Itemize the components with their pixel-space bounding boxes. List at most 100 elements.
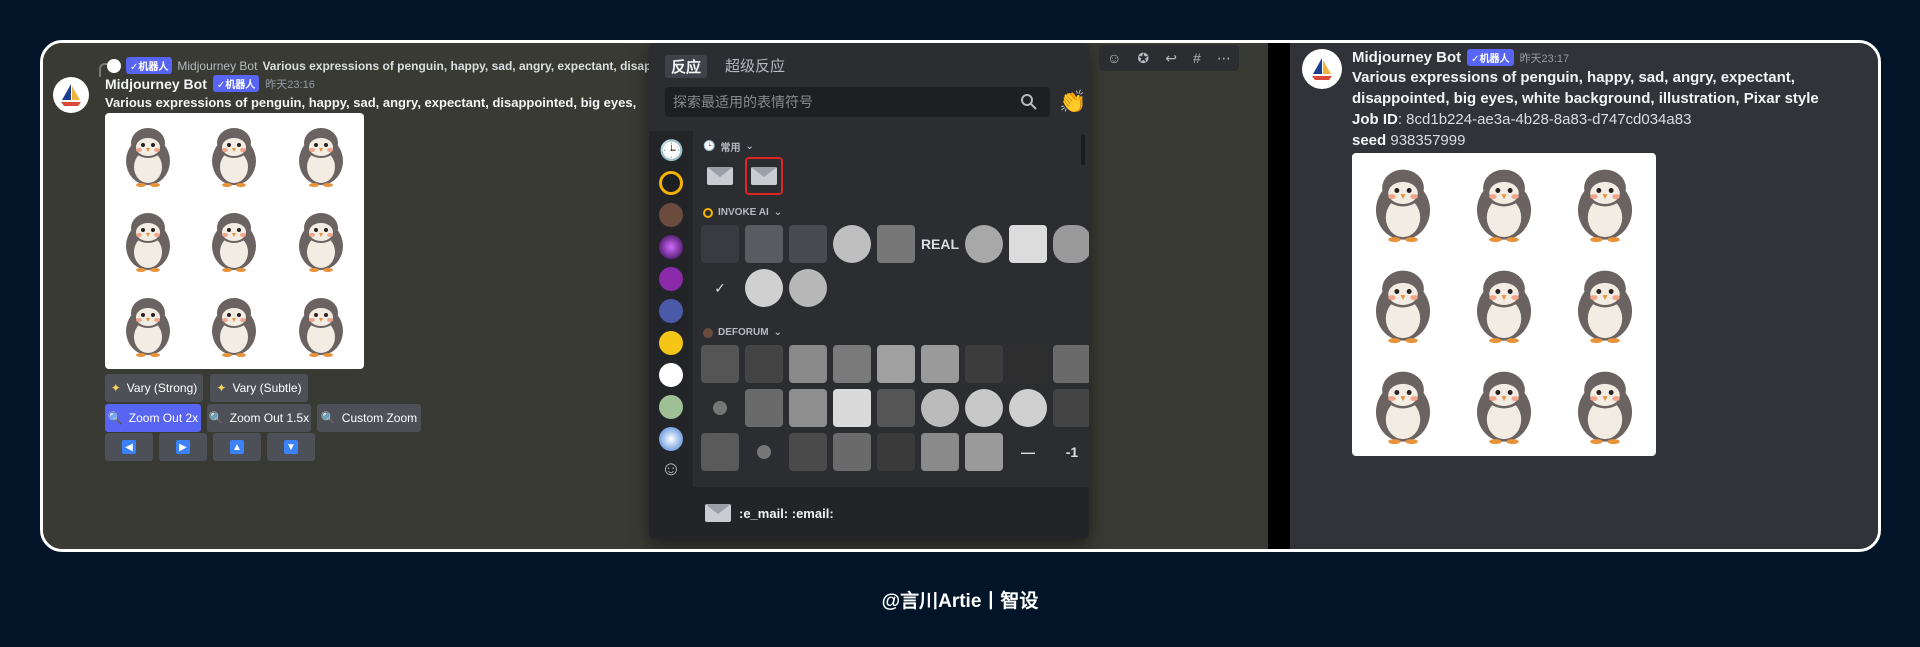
- invoke-emoji-row-1: REAL: [701, 225, 1089, 263]
- custom-emoji[interactable]: [921, 345, 959, 383]
- penguin-illustration: [1366, 363, 1440, 449]
- custom-emoji[interactable]: [877, 225, 915, 263]
- author-name[interactable]: Midjourney Bot: [105, 76, 207, 92]
- super-reaction-icon[interactable]: ✪: [1137, 50, 1149, 67]
- custom-emoji[interactable]: [965, 389, 1003, 427]
- penguin-grid-image[interactable]: [1352, 153, 1656, 456]
- section-frequent[interactable]: 🕒 常用 ⌄: [703, 139, 754, 154]
- custom-emoji[interactable]: [789, 269, 827, 307]
- message-header: Midjourney Bot ✓机器人 昨天23:16: [105, 75, 315, 92]
- zoom-out-15x-button[interactable]: 🔍 Zoom Out 1.5x: [207, 404, 311, 432]
- bot-avatar[interactable]: [1302, 49, 1342, 89]
- pan-down-button[interactable]: ▼: [267, 433, 315, 461]
- custom-emoji[interactable]: [965, 345, 1003, 383]
- vary-subtle-button[interactable]: ✦ Vary (Subtle): [210, 374, 308, 402]
- custom-emoji[interactable]: [1009, 345, 1047, 383]
- thread-icon[interactable]: #: [1193, 50, 1201, 66]
- magnifier-icon: 🔍: [208, 411, 224, 425]
- emoji-grid-scroll[interactable]: 🕒 常用 ⌄ INVOKE AI ⌄ REAL ✓ DEFORUM ⌄ — -1: [693, 131, 1089, 487]
- custom-emoji[interactable]: [701, 225, 739, 263]
- author-name[interactable]: Midjourney Bot: [1352, 49, 1461, 66]
- section-deforum[interactable]: DEFORUM ⌄: [703, 327, 782, 338]
- invoke-ai-server-icon[interactable]: [659, 171, 683, 195]
- skin-tone-clap-icon[interactable]: 👏: [1059, 89, 1086, 115]
- custom-emoji[interactable]: [745, 269, 783, 307]
- custom-emoji[interactable]: [745, 225, 783, 263]
- custom-emoji[interactable]: [789, 225, 827, 263]
- zoom-out-2x-label: Zoom Out 2x: [128, 411, 199, 425]
- custom-emoji[interactable]: [1053, 225, 1089, 263]
- pan-right-button[interactable]: ▶: [159, 433, 207, 461]
- penguin-grid-image[interactable]: [105, 113, 364, 369]
- penguin-illustration: [204, 206, 264, 276]
- sailboat-icon: [1309, 56, 1335, 82]
- custom-emoji[interactable]: [877, 345, 915, 383]
- custom-emoji[interactable]: [833, 389, 871, 427]
- midjourney-server-icon[interactable]: [659, 363, 683, 387]
- reply-preview[interactable]: ✓机器人 Midjourney Bot Various expressions …: [107, 57, 659, 74]
- spiral-server-icon[interactable]: [659, 427, 683, 451]
- dash-emoji[interactable]: —: [1009, 433, 1047, 471]
- custom-emoji[interactable]: [877, 389, 915, 427]
- custom-zoom-button[interactable]: 🔍 Custom Zoom: [317, 404, 421, 432]
- clock-small-icon: 🕒: [703, 141, 716, 152]
- green-server-icon[interactable]: [659, 395, 683, 419]
- custom-emoji[interactable]: [789, 433, 827, 471]
- emoji-scrollbar[interactable]: [1081, 135, 1085, 165]
- pan-left-button[interactable]: ◀: [105, 433, 153, 461]
- custom-emoji[interactable]: [789, 389, 827, 427]
- section-invoke-ai[interactable]: INVOKE AI ⌄: [703, 207, 782, 218]
- custom-emoji[interactable]: [833, 433, 871, 471]
- custom-emoji[interactable]: [965, 433, 1003, 471]
- custom-emoji[interactable]: [833, 225, 871, 263]
- reply-icon[interactable]: ↩: [1165, 50, 1177, 67]
- emoji-search-input[interactable]: [665, 87, 1050, 117]
- custom-emoji[interactable]: [1053, 389, 1089, 427]
- clock-icon[interactable]: 🕒: [659, 139, 684, 163]
- zoom-out-2x-button[interactable]: 🔍 Zoom Out 2x: [105, 404, 201, 432]
- sailboat-icon: [58, 82, 84, 108]
- tab-super-reactions[interactable]: 超级反应: [725, 55, 785, 78]
- vary-strong-button[interactable]: ✦ Vary (Strong): [105, 374, 203, 402]
- minus-one-emoji[interactable]: -1: [1053, 433, 1089, 471]
- deforum-emoji-row-1: [701, 345, 1089, 383]
- custom-emoji[interactable]: [1009, 225, 1047, 263]
- reply-text: Various expressions of penguin, happy, s…: [262, 58, 659, 73]
- pan-up-button[interactable]: ▲: [213, 433, 261, 461]
- picker-tabs: 反应 超级反应: [665, 55, 785, 78]
- custom-emoji[interactable]: [745, 433, 783, 471]
- real-text-emoji[interactable]: REAL: [921, 225, 959, 263]
- add-reaction-icon[interactable]: ☺: [1107, 50, 1121, 66]
- custom-emoji[interactable]: [701, 389, 739, 427]
- prompt-line-2: disappointed, big eyes, white background…: [1352, 90, 1819, 107]
- invoke-emoji-row-2: ✓: [701, 269, 827, 307]
- custom-emoji[interactable]: [833, 345, 871, 383]
- custom-emoji[interactable]: [789, 345, 827, 383]
- magenta-server-icon[interactable]: [659, 267, 683, 291]
- portrait-server-icon[interactable]: [659, 299, 683, 323]
- penguin-illustration: [1467, 161, 1541, 247]
- tab-reactions[interactable]: 反应: [665, 55, 708, 78]
- custom-emoji[interactable]: [701, 345, 739, 383]
- bot-avatar[interactable]: [53, 77, 89, 113]
- custom-emoji[interactable]: [965, 225, 1003, 263]
- custom-emoji[interactable]: [921, 389, 959, 427]
- custom-emoji[interactable]: [1009, 389, 1047, 427]
- purple-orb-server-icon[interactable]: [659, 235, 683, 259]
- penguin-illustration: [1568, 161, 1642, 247]
- smiley-server-icon[interactable]: [659, 331, 683, 355]
- custom-emoji[interactable]: [745, 389, 783, 427]
- more-options-icon[interactable]: ⋯: [1217, 50, 1231, 67]
- penguin-illustration: [118, 121, 178, 191]
- custom-emoji[interactable]: [1053, 345, 1089, 383]
- custom-emoji[interactable]: [701, 433, 739, 471]
- checkmark-emoji[interactable]: ✓: [701, 269, 739, 307]
- custom-emoji[interactable]: [921, 433, 959, 471]
- custom-emoji[interactable]: [877, 433, 915, 471]
- job-id-label: Job ID: [1352, 111, 1398, 128]
- custom-emoji[interactable]: [745, 345, 783, 383]
- smiley-category-icon[interactable]: ☺: [659, 457, 683, 481]
- email-emoji-highlighted[interactable]: [745, 157, 783, 195]
- deforum-server-icon[interactable]: [659, 203, 683, 227]
- e-mail-emoji[interactable]: [701, 157, 739, 195]
